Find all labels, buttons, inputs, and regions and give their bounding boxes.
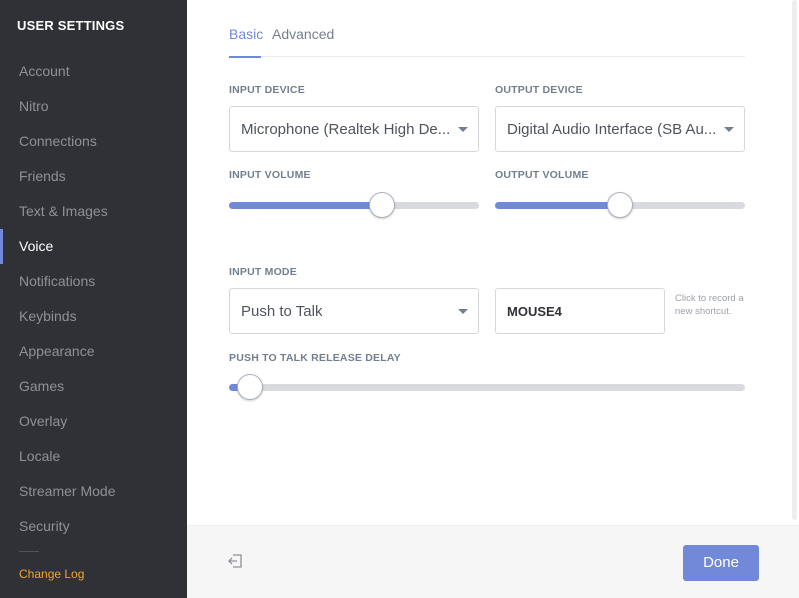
- settings-footer: Done: [187, 525, 799, 598]
- sidebar-item-friends[interactable]: Friends: [0, 159, 187, 194]
- sidebar-title: USER SETTINGS: [17, 18, 125, 33]
- output-volume-fill: [495, 202, 620, 209]
- voice-settings-panel: Basic Advanced INPUT DEVICE Microphone (…: [187, 0, 799, 598]
- output-device-select[interactable]: Digital Audio Interface (SB Au...: [495, 106, 745, 152]
- output-volume-label: OUTPUT VOLUME: [495, 169, 589, 181]
- sidebar-item-voice[interactable]: Voice: [0, 229, 187, 264]
- settings-sidebar: USER SETTINGS Account Nitro Connections …: [0, 0, 187, 598]
- ptt-delay-slider[interactable]: [229, 374, 745, 400]
- ptt-delay-handle[interactable]: [237, 374, 263, 400]
- sidebar-item-locale[interactable]: Locale: [0, 439, 187, 474]
- sidebar-item-account[interactable]: Account: [0, 54, 187, 89]
- input-volume-label: INPUT VOLUME: [229, 169, 311, 181]
- sidebar-item-connections[interactable]: Connections: [0, 124, 187, 159]
- tab-advanced[interactable]: Advanced: [272, 26, 334, 57]
- sidebar-item-games[interactable]: Games: [0, 369, 187, 404]
- sidebar-item-keybinds[interactable]: Keybinds: [0, 299, 187, 334]
- output-device-value: Digital Audio Interface (SB Au...: [507, 121, 717, 138]
- input-volume-handle[interactable]: [369, 192, 395, 218]
- sidebar-item-appearance[interactable]: Appearance: [0, 334, 187, 369]
- sidebar-item-streamer-mode[interactable]: Streamer Mode: [0, 474, 187, 509]
- input-mode-select[interactable]: Push to Talk: [229, 288, 479, 334]
- input-device-label: INPUT DEVICE: [229, 84, 305, 96]
- sidebar-item-text-images[interactable]: Text & Images: [0, 194, 187, 229]
- chevron-down-icon: [458, 127, 468, 132]
- input-device-value: Microphone (Realtek High De...: [241, 121, 451, 138]
- sidebar-divider: [19, 551, 39, 552]
- sidebar-item-notifications[interactable]: Notifications: [0, 264, 187, 299]
- input-volume-slider[interactable]: [229, 192, 479, 218]
- tab-basic-label: Basic: [229, 26, 264, 42]
- output-volume-slider[interactable]: [495, 192, 745, 218]
- sidebar-item-nitro[interactable]: Nitro: [0, 89, 187, 124]
- keybind-hint: Click to record a new shortcut.: [675, 293, 744, 317]
- input-device-select[interactable]: Microphone (Realtek High De...: [229, 106, 479, 152]
- tab-basic[interactable]: Basic: [229, 26, 264, 58]
- output-device-label: OUTPUT DEVICE: [495, 84, 583, 96]
- input-mode-label: INPUT MODE: [229, 266, 297, 278]
- exit-icon[interactable]: [227, 553, 243, 569]
- changelog-link[interactable]: Change Log: [19, 567, 84, 581]
- chevron-down-icon: [724, 127, 734, 132]
- sidebar-item-label: Voice: [19, 238, 54, 254]
- chevron-down-icon: [458, 309, 468, 314]
- settings-tabs: Basic Advanced: [229, 26, 745, 58]
- input-volume-fill: [229, 202, 382, 209]
- sidebar-item-overlay[interactable]: Overlay: [0, 404, 187, 439]
- active-indicator: [0, 229, 3, 264]
- ptt-delay-label: PUSH TO TALK RELEASE DELAY: [229, 352, 401, 364]
- output-volume-handle[interactable]: [607, 192, 633, 218]
- scrollbar[interactable]: [792, 0, 797, 520]
- keybind-value: MOUSE4: [507, 304, 562, 319]
- keybind-recorder[interactable]: MOUSE4: [495, 288, 665, 334]
- sidebar-item-security[interactable]: Security: [0, 509, 187, 544]
- input-mode-value: Push to Talk: [241, 303, 323, 320]
- tab-active-underline: [229, 56, 261, 58]
- done-button[interactable]: Done: [683, 545, 759, 581]
